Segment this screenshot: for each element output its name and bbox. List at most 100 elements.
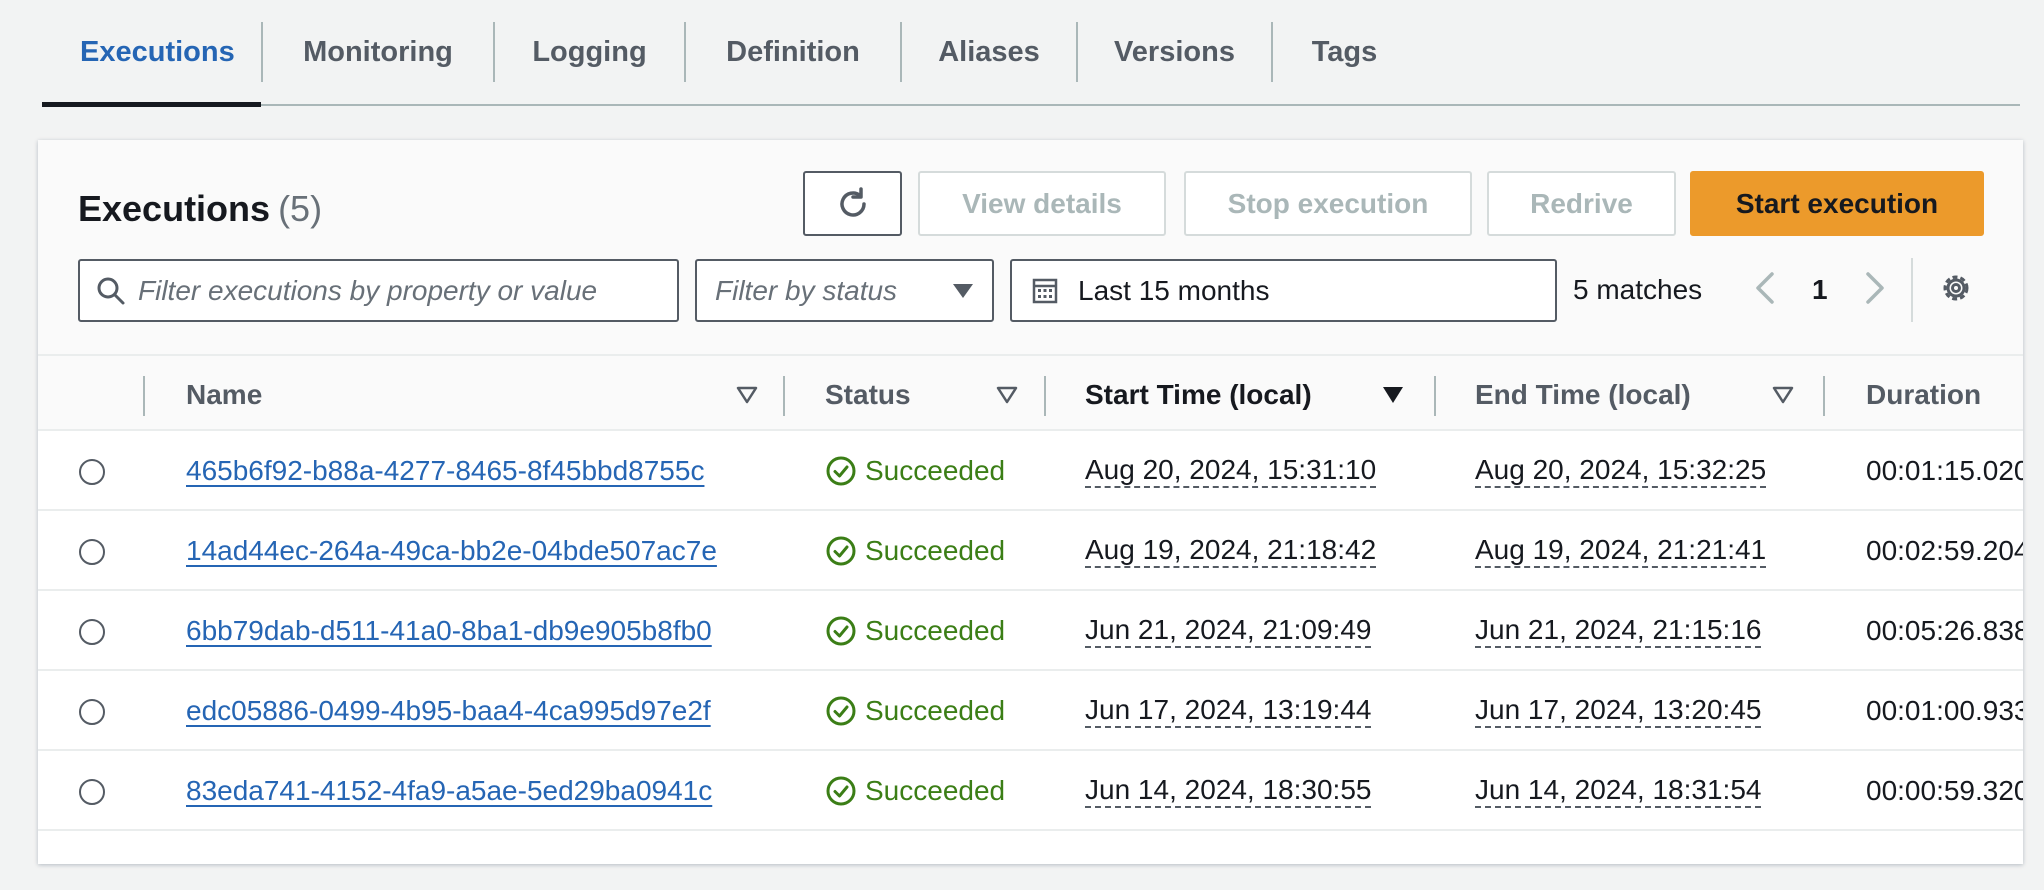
gear-icon (1943, 275, 1969, 301)
column-header-duration[interactable]: Duration (1866, 356, 1981, 433)
search-input[interactable] (138, 274, 638, 307)
status-text: Succeeded (865, 695, 1006, 726)
column-header-name[interactable]: Name (186, 356, 262, 433)
execution-link[interactable]: 6bb79dab-d511-41a0-8ba1-db9e905b8fb0 (186, 615, 712, 647)
table-row: 14ad44ec-264a-49ca-bb2e-04bde507ac7e Suc… (38, 511, 2023, 591)
date-range-filter[interactable]: Last 15 months (1010, 259, 1557, 322)
table-row: 465b6f92-b88a-4277-8465-8f45bbd8755c Suc… (38, 431, 2023, 511)
execution-name: edc05886-0499-4b95-baa4-4ca995d97e2f (186, 671, 711, 751)
tab-label: Definition (726, 35, 860, 68)
start-time: Jun 17, 2024, 13:19:44 (1085, 694, 1372, 729)
current-page[interactable]: 1 (1812, 274, 1828, 306)
sort-icon[interactable] (996, 386, 1018, 404)
end-time-cell: Jun 14, 2024, 18:31:54 (1475, 751, 1762, 831)
caret-down-icon (953, 283, 973, 298)
end-time-cell: Jun 17, 2024, 13:20:45 (1475, 671, 1762, 751)
status-filter-select[interactable]: Filter by status (695, 259, 994, 322)
tab-logging[interactable]: Logging (495, 0, 684, 105)
preferences-button[interactable] (1938, 270, 1974, 311)
tab-tags[interactable]: Tags (1273, 0, 1416, 105)
row-select-radio[interactable] (79, 539, 105, 565)
execution-link[interactable]: edc05886-0499-4b95-baa4-4ca995d97e2f (186, 695, 711, 727)
row-select-radio[interactable] (79, 779, 105, 805)
tab-label: Monitoring (303, 35, 453, 68)
match-count: 5 matches (1573, 274, 1703, 305)
tab-label: Executions (80, 35, 235, 68)
column-header-status[interactable]: Status (825, 356, 911, 433)
column-divider (1434, 376, 1436, 416)
start-time-cell: Jun 21, 2024, 21:09:49 (1085, 591, 1372, 671)
refresh-button[interactable] (803, 171, 902, 236)
status-cell: Succeeded (825, 671, 1005, 751)
tab-executions[interactable]: Executions (42, 0, 261, 107)
view-details-button[interactable]: View details (918, 171, 1166, 236)
stop-execution-button[interactable]: Stop execution (1184, 171, 1472, 236)
calendar-icon (1032, 278, 1058, 303)
tab-label: Versions (1114, 35, 1235, 68)
status-text: Succeeded (865, 615, 1006, 646)
panel-count: (5) (278, 188, 323, 229)
table-row: edc05886-0499-4b95-baa4-4ca995d97e2f Suc… (38, 671, 2023, 751)
start-time: Aug 19, 2024, 21:18:42 (1085, 534, 1377, 569)
start-time-cell: Aug 19, 2024, 21:18:42 (1085, 511, 1377, 591)
duration-cell: 00:00:59.320 (1866, 775, 2023, 806)
tab-versions[interactable]: Versions (1078, 0, 1271, 105)
start-time-cell: Jun 14, 2024, 18:30:55 (1085, 751, 1372, 831)
search-field[interactable] (78, 259, 679, 322)
tab-aliases[interactable]: Aliases (902, 0, 1076, 105)
executions-panel: Executions (5) View details Stop executio… (38, 140, 2023, 864)
status-cell: Succeeded (825, 751, 1005, 831)
success-check-icon (826, 536, 856, 566)
tab-bar: Executions Monitoring Logging Definition… (42, 0, 2020, 107)
execution-name: 83eda741-4152-4fa9-a5ae-5ed29ba0941c (186, 751, 712, 831)
start-time-cell: Jun 17, 2024, 13:19:44 (1085, 671, 1372, 751)
sort-descending-icon[interactable] (1382, 386, 1404, 404)
end-time: Jun 14, 2024, 18:31:54 (1475, 774, 1762, 809)
column-header-start-time[interactable]: Start Time (local) (1085, 356, 1312, 433)
panel-title-text: Executions (78, 188, 271, 229)
chevron-left-icon (1756, 272, 1774, 304)
start-time: Jun 14, 2024, 18:30:55 (1085, 774, 1372, 809)
success-check-icon (826, 616, 856, 646)
end-time: Aug 20, 2024, 15:32:25 (1475, 454, 1767, 489)
start-time: Jun 21, 2024, 21:09:49 (1085, 614, 1372, 649)
search-icon (97, 277, 125, 304)
status-text: Succeeded (865, 775, 1006, 806)
start-time-cell: Aug 20, 2024, 15:31:10 (1085, 431, 1377, 511)
tab-definition[interactable]: Definition (686, 0, 900, 105)
start-execution-button[interactable]: Start execution (1690, 171, 1984, 236)
next-page-button[interactable] (1864, 271, 1886, 310)
end-time-cell: Aug 19, 2024, 21:21:41 (1475, 511, 1767, 591)
execution-link[interactable]: 83eda741-4152-4fa9-a5ae-5ed29ba0941c (186, 775, 712, 807)
previous-page-button[interactable] (1754, 271, 1776, 310)
tab-monitoring[interactable]: Monitoring (263, 0, 493, 105)
chevron-right-icon (1866, 272, 1884, 304)
column-divider (1823, 376, 1825, 416)
execution-name: 14ad44ec-264a-49ca-bb2e-04bde507ac7e (186, 511, 717, 591)
redrive-button[interactable]: Redrive (1487, 171, 1676, 236)
execution-name: 465b6f92-b88a-4277-8465-8f45bbd8755c (186, 431, 704, 511)
table-row: 83eda741-4152-4fa9-a5ae-5ed29ba0941c Suc… (38, 751, 2023, 831)
status-text: Succeeded (865, 455, 1006, 486)
tab-label: Logging (532, 35, 647, 68)
tab-label: Tags (1311, 35, 1378, 68)
status-text: Succeeded (865, 535, 1006, 566)
end-time: Jun 17, 2024, 13:20:45 (1475, 694, 1762, 729)
row-select-radio[interactable] (79, 699, 105, 725)
row-select-radio[interactable] (79, 619, 105, 645)
start-time: Aug 20, 2024, 15:31:10 (1085, 454, 1377, 489)
table-header: Name Status Start Time (local) End Time … (38, 354, 2023, 431)
row-select-radio[interactable] (79, 459, 105, 485)
duration-cell: 00:01:00.933 (1866, 695, 2023, 726)
status-cell: Succeeded (825, 511, 1005, 591)
end-time-cell: Aug 20, 2024, 15:32:25 (1475, 431, 1767, 511)
execution-link[interactable]: 465b6f92-b88a-4277-8465-8f45bbd8755c (186, 455, 704, 487)
panel-header: Executions (5) View details Stop executio… (38, 140, 2023, 354)
status-filter-placeholder: Filter by status (715, 274, 898, 306)
tab-label: Aliases (938, 35, 1040, 68)
table-row: 6bb79dab-d511-41a0-8ba1-db9e905b8fb0 Suc… (38, 591, 2023, 671)
sort-icon[interactable] (736, 386, 758, 404)
execution-link[interactable]: 14ad44ec-264a-49ca-bb2e-04bde507ac7e (186, 535, 717, 567)
sort-icon[interactable] (1772, 386, 1794, 404)
column-header-end-time[interactable]: End Time (local) (1475, 356, 1691, 433)
